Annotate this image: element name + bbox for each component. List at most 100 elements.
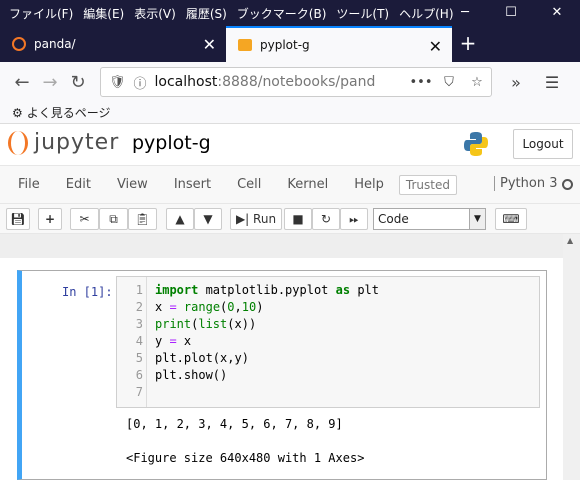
insert-cell-button[interactable]: + bbox=[38, 208, 62, 230]
reload-icon[interactable]: ↻ bbox=[64, 72, 92, 93]
url-bar[interactable]: 🛡 ⓘ localhost:8888/notebooks/panda/p •••… bbox=[100, 67, 492, 97]
line-number: 3 bbox=[135, 317, 143, 331]
menu-insert[interactable]: Insert bbox=[161, 177, 224, 192]
restart-run-all-button[interactable]: ⏩︎ bbox=[340, 208, 368, 230]
copy-button[interactable]: ⧉ bbox=[99, 208, 128, 230]
menu-view[interactable]: View bbox=[104, 177, 161, 192]
menu-view[interactable]: 表示(V) bbox=[129, 5, 181, 22]
gear-icon: ⚙ bbox=[12, 105, 23, 120]
browser-title-bar: ファイル(F) 編集(E) 表示(V) 履歴(S) ブックマーク(B) ツール(… bbox=[0, 0, 580, 26]
bookmarks-bar: ⚙ よく見るページ bbox=[0, 102, 580, 124]
trusted-badge[interactable]: Trusted bbox=[398, 174, 457, 195]
menu-bookmarks[interactable]: ブックマーク(B) bbox=[232, 5, 332, 22]
restart-button[interactable]: ↻ bbox=[312, 208, 340, 230]
tab-label: panda/ bbox=[34, 37, 76, 51]
menu-file[interactable]: File bbox=[0, 177, 53, 192]
bookmark-star-icon[interactable]: ☆ bbox=[463, 75, 491, 90]
page-actions-icon[interactable]: ••• bbox=[407, 75, 435, 90]
url-text[interactable]: localhost:8888/notebooks/panda/p bbox=[155, 74, 375, 90]
line-number: 2 bbox=[135, 300, 143, 314]
chevron-down-icon: ▼ bbox=[469, 209, 485, 229]
jupyter-logo-icon bbox=[8, 130, 28, 155]
code-line: x = range(0,10) bbox=[155, 300, 264, 314]
output-list: [0, 1, 2, 3, 4, 5, 6, 7, 8, 9] bbox=[126, 417, 343, 431]
tab-pyplot-g[interactable]: pyplot-g ✕ bbox=[226, 26, 452, 62]
kernel-idle-icon bbox=[562, 179, 573, 190]
save-button[interactable]: 💾︎ bbox=[6, 208, 30, 230]
interrupt-button[interactable]: ■ bbox=[284, 208, 312, 230]
url-path: :8888/notebooks/panda/p bbox=[217, 74, 375, 90]
keyboard-icon: ⌨ bbox=[502, 212, 520, 226]
code-line: plt.show() bbox=[155, 368, 228, 382]
code-line: y = x bbox=[155, 334, 192, 348]
menu-kernel[interactable]: Kernel bbox=[274, 177, 341, 192]
shield-icon[interactable]: 🛡 bbox=[109, 75, 126, 90]
logout-button[interactable]: Logout bbox=[513, 129, 573, 159]
bookmark-most-visited[interactable]: よく見るページ bbox=[27, 104, 111, 121]
save-icon: 💾︎ bbox=[10, 212, 26, 226]
close-tab-icon[interactable]: ✕ bbox=[203, 35, 216, 54]
navigation-bar: ← → ↻ 🛡 ⓘ localhost:8888/notebooks/panda… bbox=[0, 62, 580, 102]
jupyter-favicon-icon bbox=[12, 37, 26, 51]
run-button[interactable]: ▶︎| Run bbox=[230, 208, 282, 230]
forward-icon[interactable]: → bbox=[36, 72, 64, 93]
line-number: 4 bbox=[135, 334, 143, 348]
notebook-menu-bar: File Edit View Insert Cell Kernel Help T… bbox=[0, 166, 580, 204]
hamburger-menu-icon[interactable]: ☰ bbox=[534, 73, 570, 92]
arrow-up-icon: ▲ bbox=[175, 212, 185, 226]
input-prompt: In [1]: bbox=[62, 285, 113, 299]
browser-menu-bar: ファイル(F) 編集(E) 表示(V) 履歴(S) ブックマーク(B) ツール(… bbox=[0, 5, 459, 22]
jupyter-logo[interactable]: jupyter bbox=[8, 130, 119, 155]
notebook-toolbar: 💾︎ + ✂ ⧉ 📋︎ ▲ ▼ ▶︎| Run ■ ↻ ⏩︎ Code ▼ ⌨ bbox=[0, 204, 580, 234]
notebook-area: In [1]: 1 2 3 4 5 6 7 import matplotlib.… bbox=[0, 234, 580, 480]
tab-panda[interactable]: panda/ ✕ bbox=[0, 26, 226, 62]
command-palette-button[interactable]: ⌨ bbox=[495, 208, 527, 230]
close-window-icon[interactable]: ✕ bbox=[534, 0, 580, 26]
scissors-icon: ✂ bbox=[79, 212, 90, 226]
minimize-icon[interactable]: ─ bbox=[442, 0, 488, 26]
move-up-button[interactable]: ▲ bbox=[166, 208, 194, 230]
notebook-favicon-icon bbox=[238, 39, 252, 51]
copy-icon: ⧉ bbox=[109, 212, 118, 226]
menu-edit[interactable]: Edit bbox=[53, 177, 104, 192]
maximize-icon[interactable]: ☐ bbox=[488, 0, 534, 26]
line-number: 6 bbox=[135, 368, 143, 382]
restart-icon: ↻ bbox=[320, 212, 332, 226]
code-editor[interactable]: 1 2 3 4 5 6 7 import matplotlib.pyplot a… bbox=[116, 276, 540, 408]
python-logo-icon bbox=[464, 132, 488, 156]
menu-edit[interactable]: 編集(E) bbox=[78, 5, 129, 22]
notebook-page: In [1]: 1 2 3 4 5 6 7 import matplotlib.… bbox=[0, 258, 563, 480]
site-info-icon[interactable]: ⓘ bbox=[134, 73, 147, 92]
notebook-scrollbar[interactable]: ▲ bbox=[563, 234, 580, 480]
fast-forward-icon: ⏩︎ bbox=[349, 212, 359, 226]
cell-type-select[interactable]: Code ▼ bbox=[373, 208, 486, 230]
tab-bar: panda/ ✕ pyplot-g ✕ + bbox=[0, 26, 580, 62]
step-icon: ▶︎| bbox=[235, 212, 250, 226]
overflow-chevron-icon[interactable]: » bbox=[498, 73, 534, 92]
output-figure: <Figure size 640x480 with 1 Axes> bbox=[126, 451, 365, 465]
menu-history[interactable]: 履歴(S) bbox=[181, 5, 232, 22]
scroll-up-icon[interactable]: ▲ bbox=[567, 236, 573, 245]
close-tab-icon[interactable]: ✕ bbox=[429, 37, 442, 56]
cut-button[interactable]: ✂ bbox=[70, 208, 99, 230]
menu-file[interactable]: ファイル(F) bbox=[4, 5, 78, 22]
jupyter-header: jupyter pyplot-g Logout bbox=[0, 124, 580, 166]
pocket-icon[interactable]: ⛉ bbox=[435, 75, 463, 90]
paste-button[interactable]: 📋︎ bbox=[128, 208, 157, 230]
code-line: import matplotlib.pyplot as plt bbox=[155, 283, 379, 297]
back-icon[interactable]: ← bbox=[8, 72, 36, 93]
cell-type-value: Code bbox=[378, 212, 409, 226]
code-line: print(list(x)) bbox=[155, 317, 257, 331]
menu-help[interactable]: Help bbox=[341, 177, 397, 192]
window-controls: ─ ☐ ✕ bbox=[442, 0, 580, 26]
menu-tools[interactable]: ツール(T) bbox=[331, 5, 394, 22]
run-label: Run bbox=[253, 212, 277, 226]
menu-cell[interactable]: Cell bbox=[224, 177, 274, 192]
notebook-title[interactable]: pyplot-g bbox=[132, 132, 211, 154]
line-number: 1 bbox=[135, 283, 143, 297]
move-down-button[interactable]: ▼ bbox=[194, 208, 222, 230]
plus-icon: + bbox=[44, 212, 56, 226]
code-cell[interactable]: In [1]: 1 2 3 4 5 6 7 import matplotlib.… bbox=[17, 270, 547, 480]
new-tab-icon[interactable]: + bbox=[452, 26, 484, 62]
url-host: localhost bbox=[154, 74, 218, 90]
